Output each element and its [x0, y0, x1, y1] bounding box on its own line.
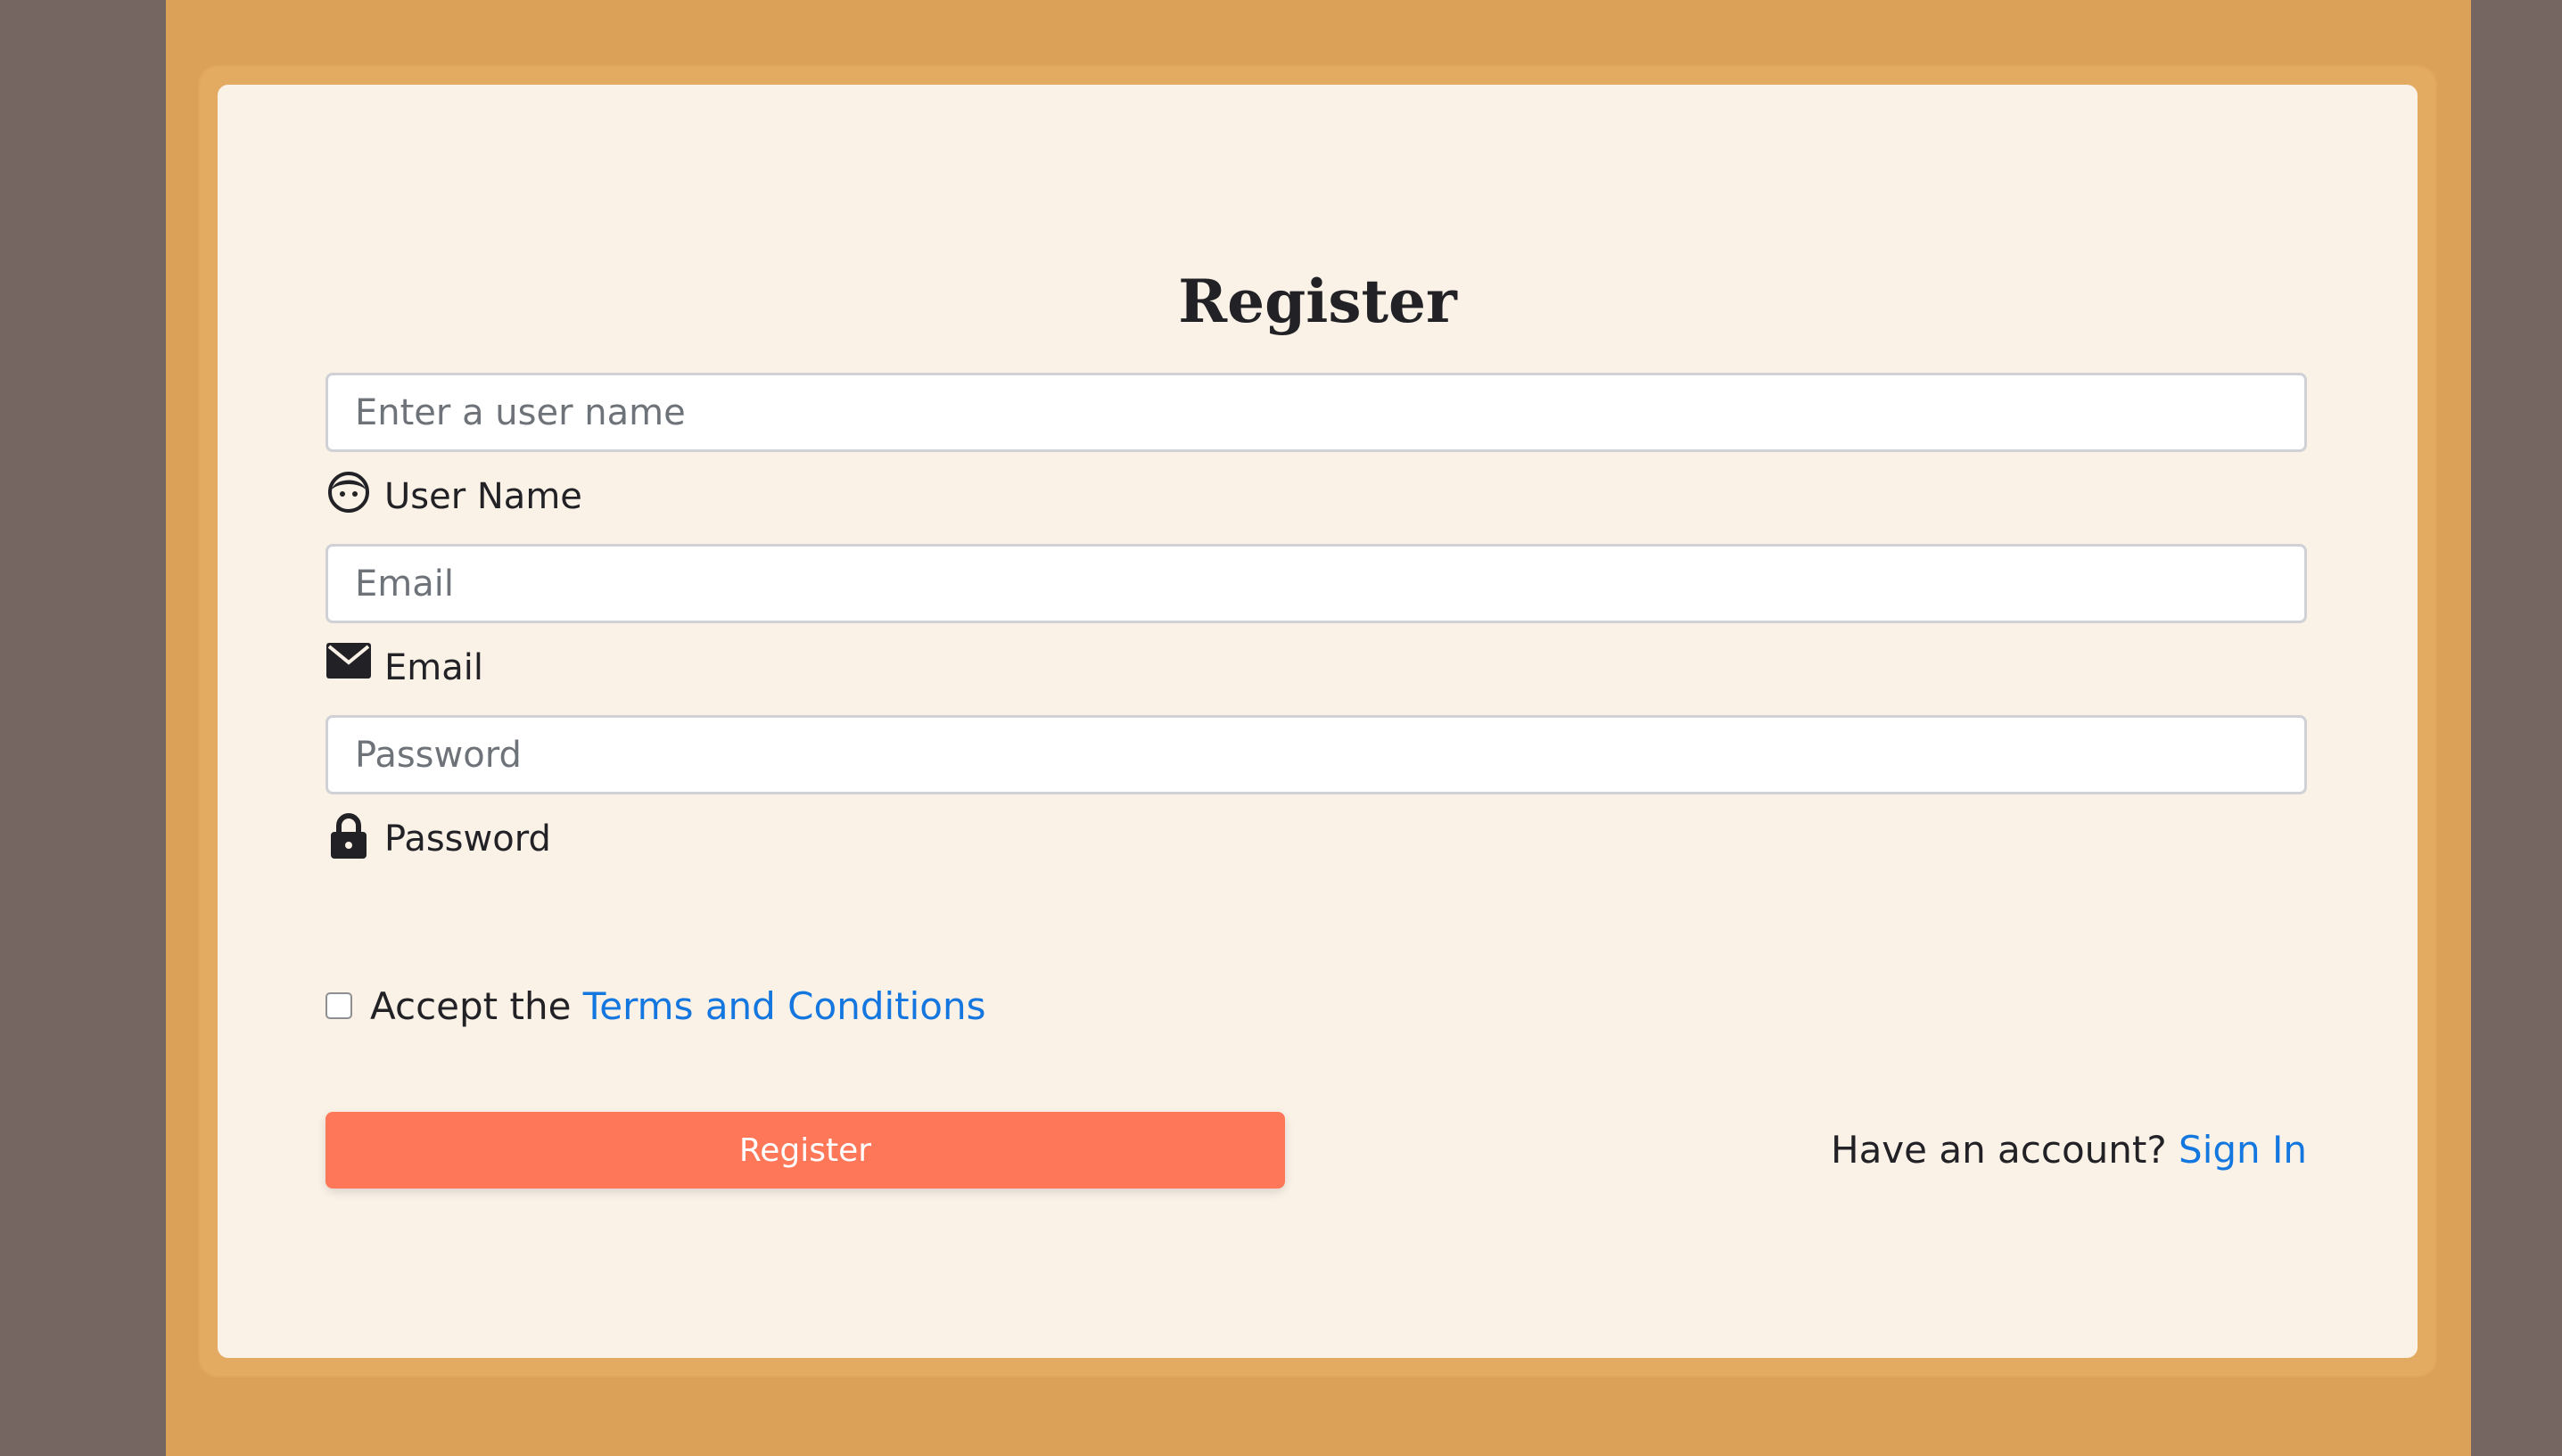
register-button[interactable]: Register	[325, 1112, 1285, 1189]
register-card: Register User Name Email	[218, 85, 2418, 1358]
password-label: Password	[384, 818, 551, 860]
username-label-row: User Name	[325, 457, 582, 520]
terms-row: Accept the Terms and Conditions	[325, 981, 986, 1031]
signin-row: Have an account? Sign In	[1831, 1128, 2307, 1172]
terms-prefix: Accept the	[370, 983, 572, 1028]
page-title: Register	[1178, 267, 1457, 336]
username-input[interactable]	[325, 373, 2307, 452]
envelope-icon	[325, 641, 372, 691]
email-input[interactable]	[325, 544, 2307, 623]
terms-link[interactable]: Terms and Conditions	[583, 984, 986, 1028]
username-label: User Name	[384, 476, 582, 517]
terms-text: Accept the Terms and Conditions	[370, 984, 986, 1028]
password-input[interactable]	[325, 715, 2307, 794]
lock-icon	[325, 812, 372, 862]
password-label-row: Password	[325, 800, 551, 862]
email-label-row: Email	[325, 629, 483, 691]
email-label: Email	[384, 647, 483, 688]
signin-prompt: Have an account?	[1830, 1128, 2167, 1172]
terms-checkbox[interactable]	[325, 992, 352, 1019]
signin-link[interactable]: Sign In	[2179, 1128, 2307, 1172]
face-icon	[325, 470, 372, 520]
